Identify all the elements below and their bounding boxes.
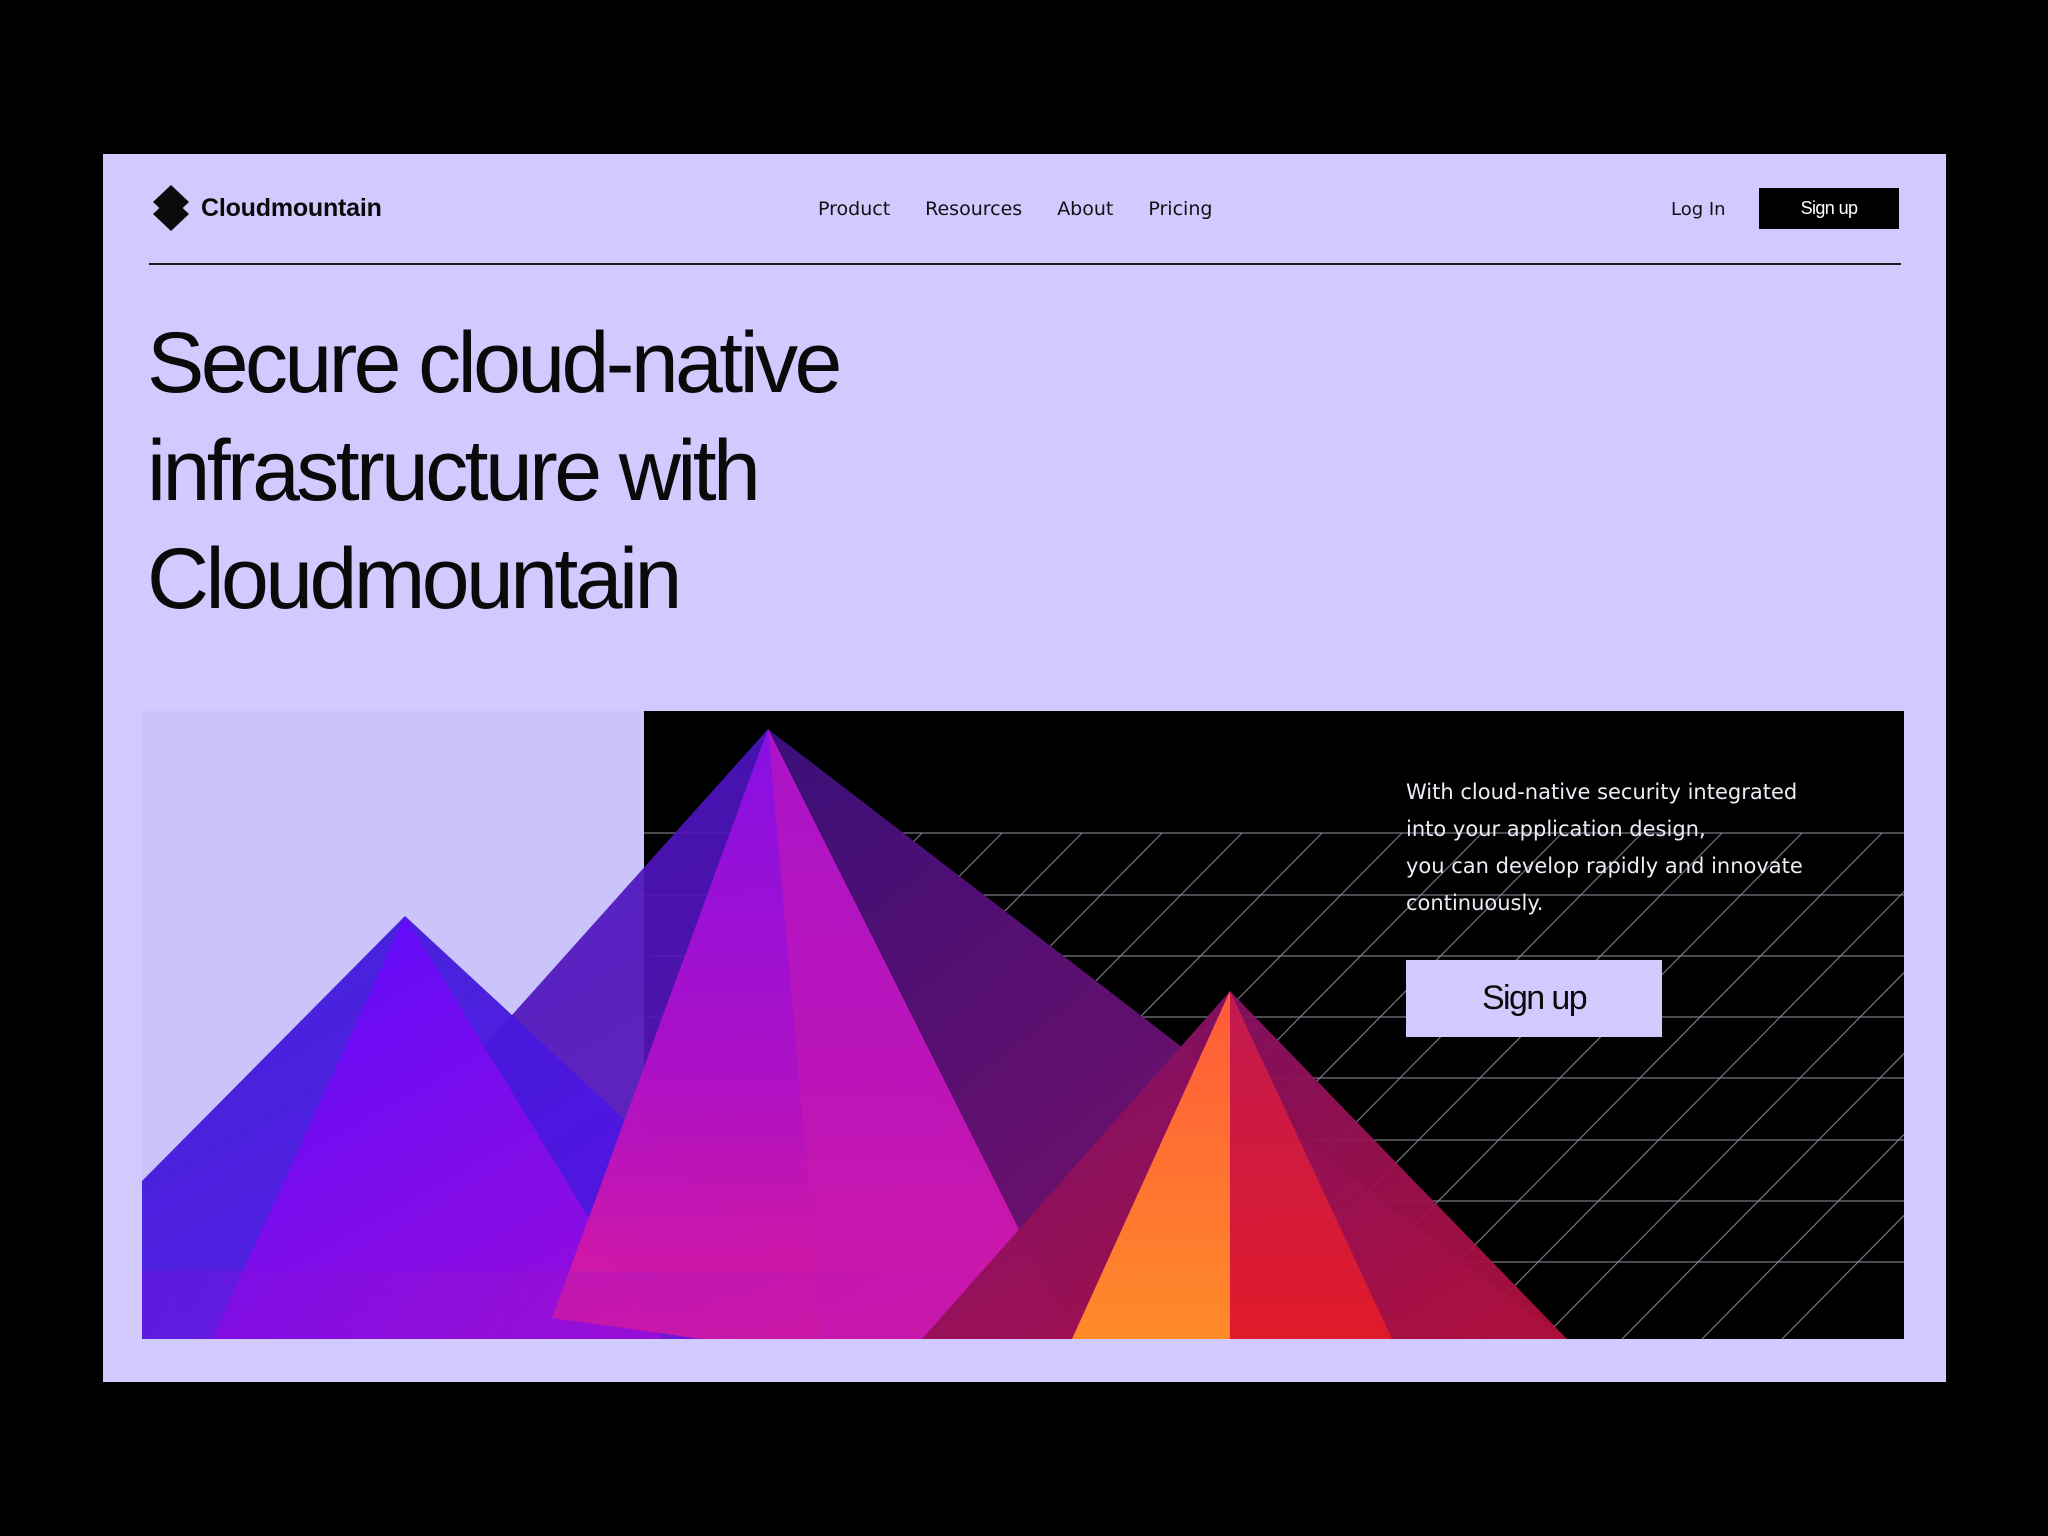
diamond-logo-icon: [153, 185, 189, 231]
description-line: With cloud-native security integrated: [1406, 780, 1798, 804]
nav-item-resources[interactable]: Resources: [925, 198, 1022, 220]
page-frame: Cloudmountain Product Resources About Pr…: [103, 154, 1946, 1382]
description-line: continuously.: [1406, 891, 1544, 915]
hero-headline: Secure cloud-native infrastructure with …: [147, 309, 1147, 633]
header-divider: [149, 263, 1901, 265]
nav-item-about[interactable]: About: [1057, 198, 1113, 220]
hero-description: With cloud-native security integrated in…: [1406, 774, 1876, 922]
hero-signup-button[interactable]: Sign up: [1406, 960, 1662, 1037]
login-link[interactable]: Log In: [1671, 199, 1726, 220]
brand-name: Cloudmountain: [201, 193, 382, 222]
header-signup-button[interactable]: Sign up: [1759, 188, 1899, 229]
main-nav: Product Resources About Pricing: [818, 198, 1212, 220]
nav-item-pricing[interactable]: Pricing: [1148, 198, 1212, 220]
headline-line: Cloudmountain: [147, 531, 682, 627]
description-line: into your application design,: [1406, 817, 1706, 841]
headline-line: infrastructure with: [147, 423, 761, 519]
description-line: you can develop rapidly and innovate: [1406, 854, 1803, 878]
brand-logo[interactable]: Cloudmountain: [151, 184, 382, 232]
nav-item-product[interactable]: Product: [818, 198, 890, 220]
headline-line: Secure cloud-native: [147, 315, 842, 411]
